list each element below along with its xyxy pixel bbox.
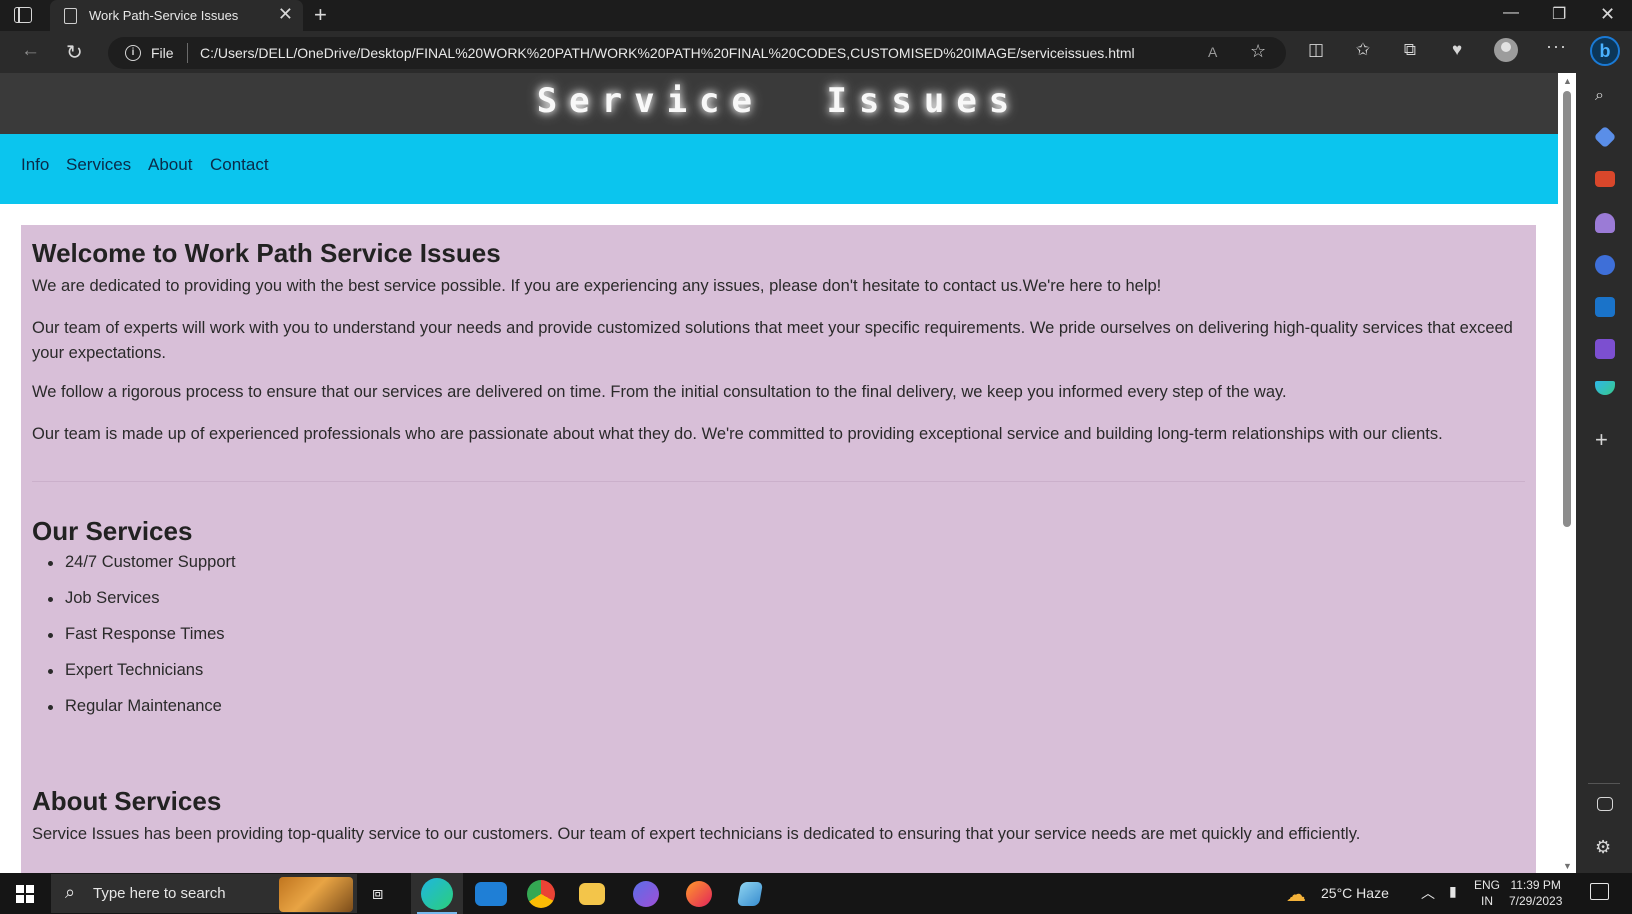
sidebar-add-icon[interactable]: +	[1595, 429, 1615, 451]
sidebar-games-icon[interactable]	[1595, 213, 1615, 233]
browser-tab-bar: Work Path-Service Issues ✕ + — ❐ ✕	[0, 0, 1632, 31]
taskbar-search-box[interactable]: ⌕ Type here to search	[51, 874, 357, 913]
intro-paragraph: We are dedicated to providing you with t…	[32, 277, 1162, 295]
welcome-heading: Welcome to Work Path Service Issues	[32, 238, 501, 268]
lang-code: ENG	[1474, 878, 1501, 892]
sidebar-tools-icon[interactable]	[1595, 171, 1615, 187]
nav-link-services[interactable]: Services	[66, 155, 131, 175]
task-view-icon[interactable]: ⧈	[372, 883, 383, 904]
taskbar-edge-active[interactable]	[411, 873, 463, 914]
bing-copilot-icon[interactable]: b	[1590, 36, 1620, 66]
edge-sidebar: ⌕ + ⚙	[1576, 73, 1632, 873]
content-card: Welcome to Work Path Service Issues We a…	[21, 225, 1536, 873]
taskbar-clock[interactable]: 11:39 PM 7/29/2023	[1509, 877, 1562, 909]
new-tab-button[interactable]: +	[314, 2, 327, 28]
file-scheme-label: File	[151, 45, 174, 61]
url-text[interactable]: C:/Users/DELL/OneDrive/Desktop/FINAL%20W…	[200, 45, 1135, 61]
tab-title: Work Path-Service Issues	[89, 8, 239, 23]
chrome-app-icon[interactable]	[527, 880, 555, 908]
section-divider	[32, 481, 1525, 482]
collections-icon[interactable]: ⧉	[1399, 39, 1421, 61]
nav-link-info[interactable]: Info	[21, 155, 49, 175]
page-icon	[64, 8, 77, 24]
sidebar-search-icon[interactable]: ⌕	[1595, 87, 1615, 107]
browser-essentials-icon[interactable]: ♥	[1446, 39, 1468, 61]
browser-toolbar: ← ↻ i File C:/Users/DELL/OneDrive/Deskto…	[0, 31, 1632, 73]
scroll-down-arrow-icon[interactable]: ▼	[1563, 861, 1572, 871]
media-player-icon[interactable]	[633, 881, 659, 907]
windows-taskbar: ⌕ Type here to search ⧈ ☁ 25°C Haze ︿ ▮ …	[0, 873, 1632, 914]
window-close-button[interactable]: ✕	[1600, 4, 1615, 25]
scroll-up-arrow-icon[interactable]: ▲	[1563, 76, 1572, 86]
back-arrow-icon[interactable]: ←	[21, 40, 40, 62]
search-highlight-image	[279, 877, 353, 912]
tab-close-icon[interactable]: ✕	[278, 5, 293, 23]
page-scrollbar[interactable]: ▲ ▼	[1558, 73, 1576, 873]
reload-icon[interactable]: ↻	[66, 40, 83, 65]
sidebar-shopping-icon[interactable]	[1593, 125, 1617, 149]
clock-time: 11:39 PM	[1510, 878, 1561, 892]
nav-link-contact[interactable]: Contact	[210, 155, 269, 175]
notification-center-icon[interactable]	[1590, 883, 1609, 900]
favorites-icon[interactable]: ✩	[1352, 39, 1374, 61]
tray-chevron-up-icon[interactable]: ︿	[1421, 883, 1435, 903]
about-heading: About Services	[32, 786, 222, 816]
services-heading: Our Services	[32, 516, 193, 546]
profile-avatar-icon[interactable]	[1494, 38, 1518, 62]
mail-app-icon[interactable]	[475, 882, 507, 906]
list-item: 24/7 Customer Support	[48, 553, 236, 589]
notepad-app-icon[interactable]	[736, 882, 764, 906]
favorite-star-icon[interactable]: ☆	[1250, 41, 1266, 62]
site-nav-bar: Info Services About Contact	[0, 134, 1558, 204]
more-options-icon[interactable]: ···	[1546, 36, 1567, 57]
file-explorer-icon[interactable]	[579, 883, 605, 905]
address-bar[interactable]: i File C:/Users/DELL/OneDrive/Desktop/FI…	[108, 37, 1286, 69]
weather-text[interactable]: 25°C Haze	[1321, 885, 1389, 901]
page-viewport: Service Issues Info Services About Conta…	[0, 73, 1558, 873]
sidebar-microsoft365-icon[interactable]	[1595, 255, 1615, 275]
tab-actions-icon[interactable]	[14, 7, 32, 23]
sidebar-designer-icon[interactable]	[1595, 339, 1615, 359]
sidebar-divider	[1588, 783, 1620, 784]
microphone-icon[interactable]: ▮	[1449, 883, 1457, 900]
edge-app-icon	[421, 878, 453, 910]
window-minimize-button[interactable]: —	[1503, 4, 1519, 22]
sidebar-settings-gear-icon[interactable]: ⚙	[1595, 837, 1615, 857]
input-language-indicator[interactable]: ENG IN	[1474, 877, 1500, 909]
search-icon: ⌕	[65, 882, 76, 902]
site-header: Service Issues	[0, 73, 1558, 134]
list-item: Regular Maintenance	[48, 697, 236, 733]
list-item: Expert Technicians	[48, 661, 236, 697]
list-item: Job Services	[48, 589, 236, 625]
list-item: Fast Response Times	[48, 625, 236, 661]
services-list: 24/7 Customer Support Job Services Fast …	[48, 553, 236, 733]
read-aloud-icon[interactable]: A	[1208, 44, 1217, 60]
about-paragraph: Service Issues has been providing top-qu…	[32, 825, 1361, 843]
process-paragraph: We follow a rigorous process to ensure t…	[32, 383, 1287, 401]
scroll-thumb[interactable]	[1563, 91, 1571, 527]
clock-date: 7/29/2023	[1509, 894, 1563, 908]
lang-region: IN	[1481, 894, 1493, 908]
site-title: Service Issues	[536, 81, 1022, 121]
browser-tab-active[interactable]: Work Path-Service Issues ✕	[50, 0, 303, 31]
sidebar-panel-icon[interactable]	[1597, 797, 1613, 811]
nav-link-about[interactable]: About	[148, 155, 192, 175]
info-icon[interactable]: i	[125, 45, 141, 61]
sidebar-outlook-icon[interactable]	[1595, 297, 1615, 317]
url-separator	[187, 43, 188, 63]
experts-paragraph: Our team of experts will work with you t…	[32, 319, 1513, 362]
sidebar-drop-icon[interactable]	[1595, 381, 1615, 395]
split-screen-icon[interactable]: ◫	[1305, 39, 1327, 61]
taskbar-search-placeholder: Type here to search	[93, 885, 226, 902]
window-restore-button[interactable]: ❐	[1552, 4, 1566, 24]
weather-haze-icon[interactable]: ☁	[1286, 882, 1306, 907]
firefox-app-icon[interactable]	[686, 881, 712, 907]
team-paragraph: Our team is made up of experienced profe…	[32, 425, 1443, 443]
windows-start-icon[interactable]	[16, 885, 34, 903]
